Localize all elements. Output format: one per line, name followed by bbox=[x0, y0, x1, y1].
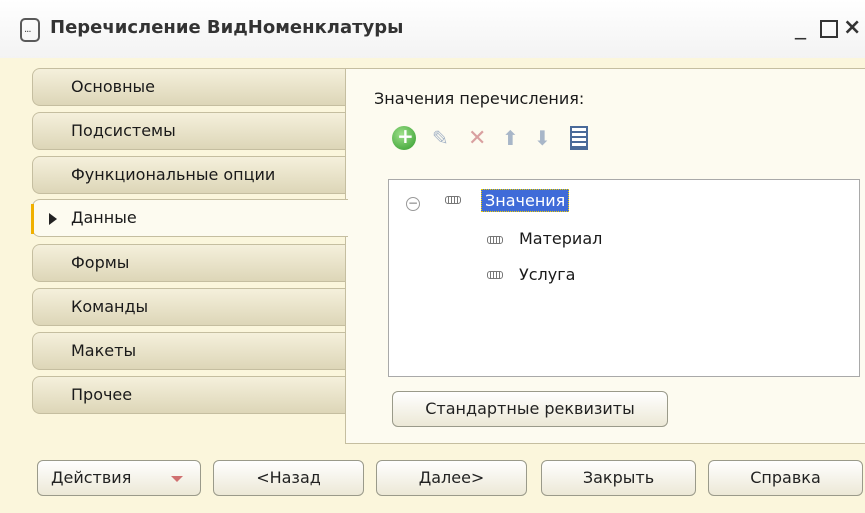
add-icon[interactable] bbox=[392, 124, 416, 150]
chevron-down-icon bbox=[171, 476, 183, 482]
tab-commands[interactable]: Команды bbox=[32, 288, 346, 326]
close-window-button[interactable]: × bbox=[843, 14, 861, 42]
tab-label: Функциональные опции bbox=[71, 165, 276, 184]
tab-label: Основные bbox=[71, 77, 156, 96]
maximize-button[interactable] bbox=[820, 20, 838, 38]
tab-subsystems[interactable]: Подсистемы bbox=[32, 112, 346, 150]
tree-item[interactable]: Услуга bbox=[519, 265, 575, 284]
tab-main[interactable]: Основные bbox=[32, 68, 346, 106]
data-panel: Значения перечисления: ✎ ✕ ⬆ ⬇ − Значени… bbox=[345, 68, 865, 444]
actions-label: Действия bbox=[51, 468, 132, 487]
help-button[interactable]: Справка bbox=[708, 460, 863, 496]
value-icon bbox=[487, 236, 503, 244]
close-button[interactable]: Закрыть bbox=[541, 460, 696, 496]
window-title: Перечисление ВидНоменклатуры bbox=[50, 17, 404, 38]
standard-attributes-button[interactable]: Стандартные реквизиты bbox=[392, 391, 668, 427]
tab-functional-options[interactable]: Функциональные опции bbox=[32, 156, 346, 194]
metadata-object-icon bbox=[20, 18, 40, 42]
dialog-window: Перечисление ВидНоменклатуры _ × Основны… bbox=[0, 0, 865, 513]
move-down-icon[interactable]: ⬇ bbox=[534, 126, 558, 150]
tab-forms[interactable]: Формы bbox=[32, 244, 346, 282]
tab-templates[interactable]: Макеты bbox=[32, 332, 346, 370]
list-icon[interactable] bbox=[570, 126, 588, 150]
move-up-icon[interactable]: ⬆ bbox=[502, 126, 526, 150]
tab-label: Подсистемы bbox=[71, 121, 176, 140]
tab-label: Макеты bbox=[71, 341, 137, 360]
collapse-icon[interactable]: − bbox=[406, 197, 420, 211]
tree-item[interactable]: Материал bbox=[519, 229, 602, 248]
edit-icon[interactable]: ✎ bbox=[432, 126, 456, 150]
tab-label: Формы bbox=[71, 253, 130, 272]
tab-label: Прочее bbox=[71, 385, 133, 404]
delete-icon[interactable]: ✕ bbox=[468, 126, 492, 151]
tree-root-values[interactable]: Значения bbox=[481, 189, 570, 212]
minimize-button[interactable]: _ bbox=[795, 14, 806, 42]
title-bar: Перечисление ВидНоменклатуры _ × bbox=[0, 0, 865, 58]
tab-other[interactable]: Прочее bbox=[32, 376, 346, 414]
enum-values-label: Значения перечисления: bbox=[374, 89, 585, 108]
value-icon bbox=[487, 271, 503, 279]
values-tree[interactable]: − Значения Материал Услуга bbox=[388, 179, 860, 377]
tab-label: Команды bbox=[71, 297, 149, 316]
back-button[interactable]: <Назад bbox=[213, 460, 364, 496]
tab-label: Данные bbox=[71, 208, 137, 227]
next-button[interactable]: Далее> bbox=[376, 460, 527, 496]
actions-button[interactable]: Действия bbox=[37, 460, 201, 496]
tab-data[interactable]: Данные bbox=[31, 199, 348, 237]
attribute-icon bbox=[445, 196, 461, 204]
active-tab-arrow-icon bbox=[49, 213, 57, 225]
